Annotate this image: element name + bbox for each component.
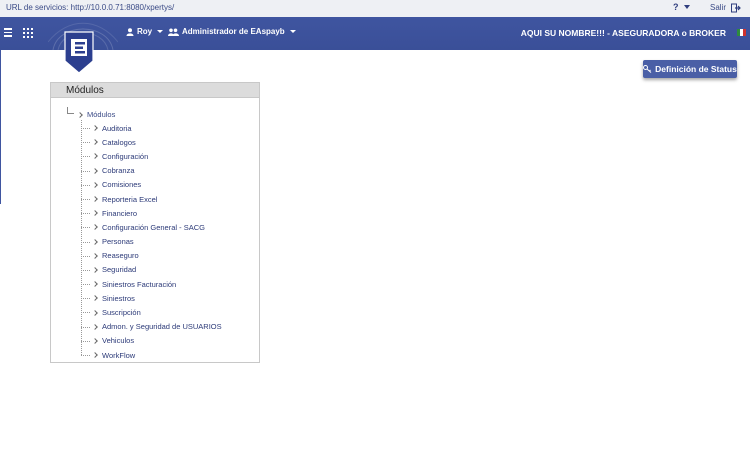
- tree-item[interactable]: Catalogos: [81, 135, 222, 149]
- tree-item-label: Vehiculos: [102, 336, 135, 346]
- chevron-right-icon: [77, 111, 83, 118]
- chevron-down-icon: [157, 30, 164, 33]
- tree-item[interactable]: Siniestros Facturación: [81, 277, 222, 291]
- tree-item[interactable]: Configuración: [81, 149, 222, 163]
- service-bar: URL de servicios: http://10.0.0.71:8080/…: [0, 0, 750, 17]
- tree-item[interactable]: Configuración General - SACG: [81, 220, 222, 234]
- tree-item[interactable]: WorkFlow: [81, 348, 222, 362]
- chevron-right-icon: [92, 196, 98, 202]
- chevron-right-icon: [92, 125, 98, 131]
- service-url: URL de servicios: http://10.0.0.71:8080/…: [6, 3, 175, 12]
- chevron-right-icon: [92, 338, 98, 344]
- chevron-right-icon: [92, 210, 98, 217]
- chevron-right-icon: [92, 252, 98, 259]
- chevron-right-icon: [92, 352, 98, 358]
- chevron-right-icon: [92, 153, 98, 160]
- tree-root-label: Módulos: [87, 110, 116, 119]
- tree-item-label: Suscripción: [102, 308, 141, 318]
- tree-item-label: Reporteria Excel: [102, 194, 158, 204]
- panel-title: Módulos: [51, 83, 259, 98]
- tree-item-label: Comisiones: [102, 180, 142, 190]
- key-icon: [643, 65, 652, 73]
- tree-item[interactable]: Auditoria: [81, 121, 222, 135]
- app-logo[interactable]: [64, 31, 94, 74]
- company-name: AQUI SU NOMBRE!!! - ASEGURADORA o BROKER: [520, 28, 726, 38]
- grid-icon[interactable]: [23, 28, 33, 38]
- tree-item-label: Seguridad: [102, 265, 137, 275]
- tree-item-label: Personas: [102, 237, 134, 247]
- tree-item-label: Financiero: [102, 208, 138, 218]
- tree-item-label: Catalogos: [102, 137, 136, 147]
- chevron-right-icon: [92, 182, 98, 188]
- tree-item[interactable]: Financiero: [81, 206, 222, 220]
- tree-item[interactable]: Seguridad: [81, 263, 222, 277]
- chevron-down-icon[interactable]: [684, 5, 690, 9]
- modules-panel: Módulos Módulos Auditoria Catalogos Conf…: [50, 82, 260, 363]
- chevron-right-icon: [92, 309, 98, 316]
- tree-item[interactable]: Vehiculos: [81, 334, 222, 348]
- status-definition-button[interactable]: Definición de Status: [643, 60, 737, 78]
- chevron-right-icon: [92, 224, 98, 231]
- tree-item-label: Configuración: [102, 151, 149, 161]
- tree-connector: [67, 107, 74, 114]
- module-list: Auditoria Catalogos Configuración Cobran…: [81, 121, 222, 362]
- chevron-down-icon: [289, 30, 296, 33]
- tree-item-label: Siniestros: [102, 293, 135, 303]
- tree-item[interactable]: Admon. y Seguridad de USUARIOS: [81, 320, 222, 334]
- user-icon: [126, 27, 134, 36]
- users-icon: [168, 28, 179, 36]
- chevron-right-icon: [92, 238, 98, 245]
- chevron-right-icon: [92, 281, 98, 287]
- tree-item-label: Admon. y Seguridad de USUARIOS: [102, 322, 222, 332]
- main-navbar: Roy Administrador de EAspayb AQUI SU NOM…: [0, 17, 750, 74]
- tree-item[interactable]: Comisiones: [81, 178, 222, 192]
- user-name: Roy: [137, 27, 153, 36]
- logout-link[interactable]: Salir: [710, 3, 726, 12]
- tree-item-label: Siniestros Facturación: [102, 279, 177, 289]
- chevron-right-icon: [92, 139, 98, 146]
- user-menu[interactable]: Roy: [126, 27, 164, 36]
- mexico-flag-icon[interactable]: [737, 29, 746, 36]
- tree-item-label: Reaseguro: [102, 251, 139, 261]
- tree-item[interactable]: Reaseguro: [81, 249, 222, 263]
- exit-icon[interactable]: [731, 3, 741, 13]
- tree-item-label: Configuración General - SACG: [102, 222, 205, 232]
- role-label: Administrador de EAspayb: [182, 27, 285, 36]
- status-button-label: Definición de Status: [655, 64, 737, 74]
- tree-item[interactable]: Reporteria Excel: [81, 192, 222, 206]
- hamburger-icon[interactable]: [4, 28, 12, 37]
- tree-item-label: Auditoria: [102, 123, 132, 133]
- tree-item[interactable]: Siniestros: [81, 291, 222, 305]
- chevron-right-icon: [92, 295, 98, 302]
- tree-item[interactable]: Suscripción: [81, 305, 222, 319]
- left-accent-line: [0, 50, 1, 204]
- tree-item[interactable]: Cobranza: [81, 164, 222, 178]
- tree-item-label: WorkFlow: [102, 350, 136, 360]
- chevron-right-icon: [92, 323, 98, 330]
- question-icon[interactable]: ?: [673, 2, 679, 12]
- role-menu[interactable]: Administrador de EAspayb: [168, 27, 296, 36]
- tree-item[interactable]: Personas: [81, 235, 222, 249]
- tree-item-label: Cobranza: [102, 166, 135, 176]
- chevron-right-icon: [92, 167, 98, 174]
- tree-root[interactable]: Módulos: [77, 110, 116, 119]
- chevron-right-icon: [92, 267, 98, 273]
